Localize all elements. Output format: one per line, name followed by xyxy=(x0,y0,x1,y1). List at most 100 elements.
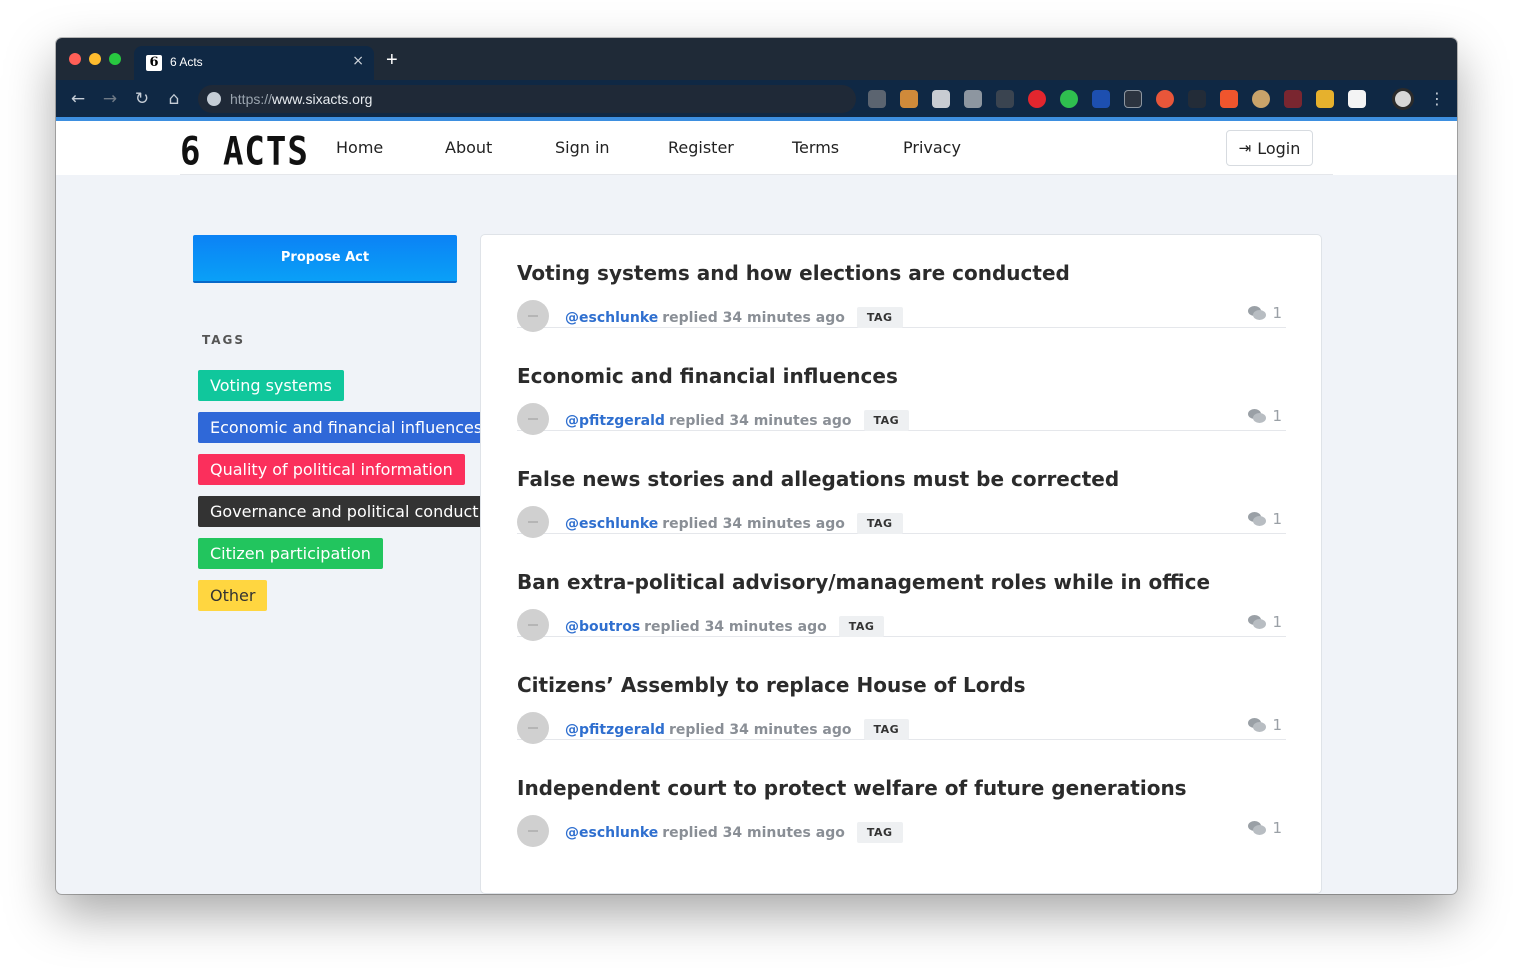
reply-count: 1 xyxy=(1248,819,1282,837)
tag-badge[interactable]: TAG xyxy=(856,513,903,534)
extension-ublock-icon[interactable] xyxy=(1124,90,1142,108)
site-logo[interactable]: 6 ACTS xyxy=(180,129,309,175)
extension-duckduckgo-icon[interactable] xyxy=(1156,90,1174,108)
extension-red-icon[interactable] xyxy=(1284,90,1302,108)
address-bar[interactable]: https://www.sixacts.org xyxy=(198,85,856,113)
nav-terms[interactable]: Terms xyxy=(792,138,839,157)
topic-row[interactable]: Citizens’ Assembly to replace House of L… xyxy=(517,637,1286,744)
topic-row[interactable]: Economic and financial influences @pfitzg… xyxy=(517,328,1286,435)
topic-title[interactable]: Citizens’ Assembly to replace House of L… xyxy=(517,673,1026,697)
extension-vue-icon[interactable] xyxy=(964,90,982,108)
avatar[interactable] xyxy=(517,815,549,847)
topic-title[interactable]: False news stories and allegations must … xyxy=(517,467,1119,491)
username-link[interactable]: @eschlunke xyxy=(565,310,658,326)
browser-tab[interactable]: 6 6 Acts × xyxy=(134,46,374,80)
tag-pill[interactable]: Economic and financial influences xyxy=(198,412,495,443)
reply-count-value: 1 xyxy=(1272,407,1282,425)
tag-badge[interactable]: TAG xyxy=(856,307,903,328)
topic-title[interactable]: Economic and financial influences xyxy=(517,364,898,388)
activity-text: replied 34 minutes ago xyxy=(668,412,852,429)
extension-stop-icon[interactable] xyxy=(1028,90,1046,108)
home-icon[interactable]: ⌂ xyxy=(163,88,185,110)
maximize-window-button[interactable] xyxy=(109,53,121,65)
tag-pill[interactable]: Voting systems xyxy=(198,370,344,401)
nav-privacy[interactable]: Privacy xyxy=(903,138,961,157)
extension-broom-icon[interactable] xyxy=(1316,90,1334,108)
tag-pill[interactable]: Governance and political conduct xyxy=(198,496,491,527)
tab-close-icon[interactable]: × xyxy=(352,53,364,69)
activity-text: replied 34 minutes ago xyxy=(662,515,845,532)
topic-title[interactable]: Ban extra-political advisory/management … xyxy=(517,570,1210,594)
username-link[interactable]: @pfitzgerald xyxy=(565,722,665,738)
tag-pill[interactable]: Quality of political information xyxy=(198,454,465,485)
topic-row[interactable]: Ban extra-political advisory/management … xyxy=(517,534,1286,641)
site-info-icon[interactable] xyxy=(207,92,221,106)
profile-avatar[interactable] xyxy=(1392,88,1414,110)
propose-act-button[interactable]: Propose Act xyxy=(193,235,457,283)
header-inner: 6 ACTS Home About Sign in Register Terms… xyxy=(180,121,1333,175)
login-button[interactable]: ⇥ Login xyxy=(1226,130,1313,166)
extension-blank-icon[interactable] xyxy=(1188,90,1206,108)
tag-badge[interactable]: TAG xyxy=(856,822,903,843)
extension-toggle-icon[interactable] xyxy=(1060,90,1078,108)
minimize-window-button[interactable] xyxy=(89,53,101,65)
extension-eu-icon[interactable] xyxy=(1092,90,1110,108)
reply-count: 1 xyxy=(1248,716,1282,734)
favicon-icon: 6 xyxy=(146,55,162,71)
nav-home[interactable]: Home xyxy=(336,138,383,157)
tab-strip: 6 6 Acts × + xyxy=(56,38,1457,80)
tag-badge[interactable]: TAG xyxy=(838,616,885,637)
tag-pill[interactable]: Citizen participation xyxy=(198,538,383,569)
login-label: Login xyxy=(1257,138,1301,158)
extension-heart-icon[interactable] xyxy=(1348,90,1366,108)
tag-badge[interactable]: TAG xyxy=(863,719,910,740)
topic-list-card: Voting systems and how elections are con… xyxy=(480,234,1322,894)
comments-icon xyxy=(1248,821,1267,835)
browser-menu-icon[interactable]: ⋮ xyxy=(1429,88,1445,110)
reply-count-value: 1 xyxy=(1272,510,1282,528)
comments-icon xyxy=(1248,615,1267,629)
topic-meta: @pfitzgerald replied 34 minutes ago TAG xyxy=(565,410,910,431)
topic-meta: @eschlunke replied 34 minutes ago TAG xyxy=(565,307,903,328)
tab-title: 6 Acts xyxy=(170,55,203,69)
nav-about[interactable]: About xyxy=(445,138,492,157)
tags-heading: TAGS xyxy=(202,333,246,347)
nav-sign-in[interactable]: Sign in xyxy=(555,138,610,157)
tag-badge[interactable]: TAG xyxy=(863,410,910,431)
browser-toolbar: ← → ↻ ⌂ https://www.sixacts.org ⋮ xyxy=(56,80,1457,118)
extension-gear-icon[interactable] xyxy=(868,90,886,108)
tag-pill[interactable]: Other xyxy=(198,580,268,611)
forward-arrow-icon[interactable]: → xyxy=(99,88,121,110)
topic-row[interactable]: Independent court to protect welfare of … xyxy=(517,740,1286,847)
extension-settings-icon[interactable] xyxy=(932,90,950,108)
close-window-button[interactable] xyxy=(69,53,81,65)
username-link[interactable]: @eschlunke xyxy=(565,516,658,532)
extension-face-icon[interactable] xyxy=(1252,90,1270,108)
extensions-bar xyxy=(868,90,1366,108)
topic-row[interactable]: False news stories and allegations must … xyxy=(517,431,1286,538)
username-link[interactable]: @eschlunke xyxy=(565,825,658,841)
username-link[interactable]: @boutros xyxy=(565,619,640,635)
reply-count-value: 1 xyxy=(1272,613,1282,631)
url-text: https://www.sixacts.org xyxy=(230,91,373,107)
topic-meta: @eschlunke replied 34 minutes ago TAG xyxy=(565,822,903,843)
site-header: 6 ACTS Home About Sign in Register Terms… xyxy=(56,121,1457,175)
topic-meta: @pfitzgerald replied 34 minutes ago TAG xyxy=(565,719,910,740)
topic-meta: @eschlunke replied 34 minutes ago TAG xyxy=(565,513,903,534)
back-arrow-icon[interactable]: ← xyxy=(67,88,89,110)
topic-title[interactable]: Independent court to protect welfare of … xyxy=(517,776,1187,800)
topic-title[interactable]: Voting systems and how elections are con… xyxy=(517,261,1070,285)
topic-row[interactable]: Voting systems and how elections are con… xyxy=(517,225,1286,332)
extension-off-icon[interactable] xyxy=(1220,90,1238,108)
reload-icon[interactable]: ↻ xyxy=(131,88,153,110)
comments-icon xyxy=(1248,409,1267,423)
comments-icon xyxy=(1248,306,1267,320)
extension-cookie-icon[interactable] xyxy=(900,90,918,108)
new-tab-button[interactable]: + xyxy=(386,50,398,70)
reply-count: 1 xyxy=(1248,407,1282,425)
browser-window: 6 6 Acts × + ← → ↻ ⌂ https://www.sixacts… xyxy=(56,38,1457,894)
nav-register[interactable]: Register xyxy=(668,138,734,157)
extension-text-icon[interactable] xyxy=(996,90,1014,108)
username-link[interactable]: @pfitzgerald xyxy=(565,413,665,429)
reply-count-value: 1 xyxy=(1272,304,1282,322)
